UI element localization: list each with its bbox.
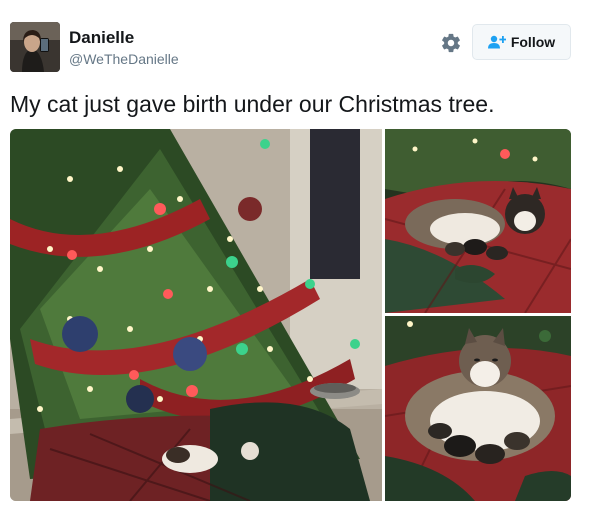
cat-with-kittens-photo[interactable] [385, 129, 571, 313]
follow-label: Follow [510, 34, 556, 50]
follow-button[interactable]: Follow [472, 24, 571, 60]
tweet-header: Danielle @WeTheDanielle Follow [10, 22, 575, 74]
display-name[interactable]: Danielle [69, 28, 179, 48]
christmas-tree-photo[interactable] [10, 129, 382, 501]
add-person-icon [487, 35, 506, 49]
gear-icon[interactable] [440, 32, 462, 54]
cat-nursing-kittens-closeup-photo[interactable] [385, 316, 571, 501]
username[interactable]: @WeTheDanielle [69, 49, 179, 69]
user-names: Danielle @WeTheDanielle [69, 28, 179, 69]
avatar[interactable] [10, 22, 60, 72]
tweet-text: My cat just gave birth under our Christm… [10, 91, 495, 117]
media-grid [10, 129, 571, 501]
